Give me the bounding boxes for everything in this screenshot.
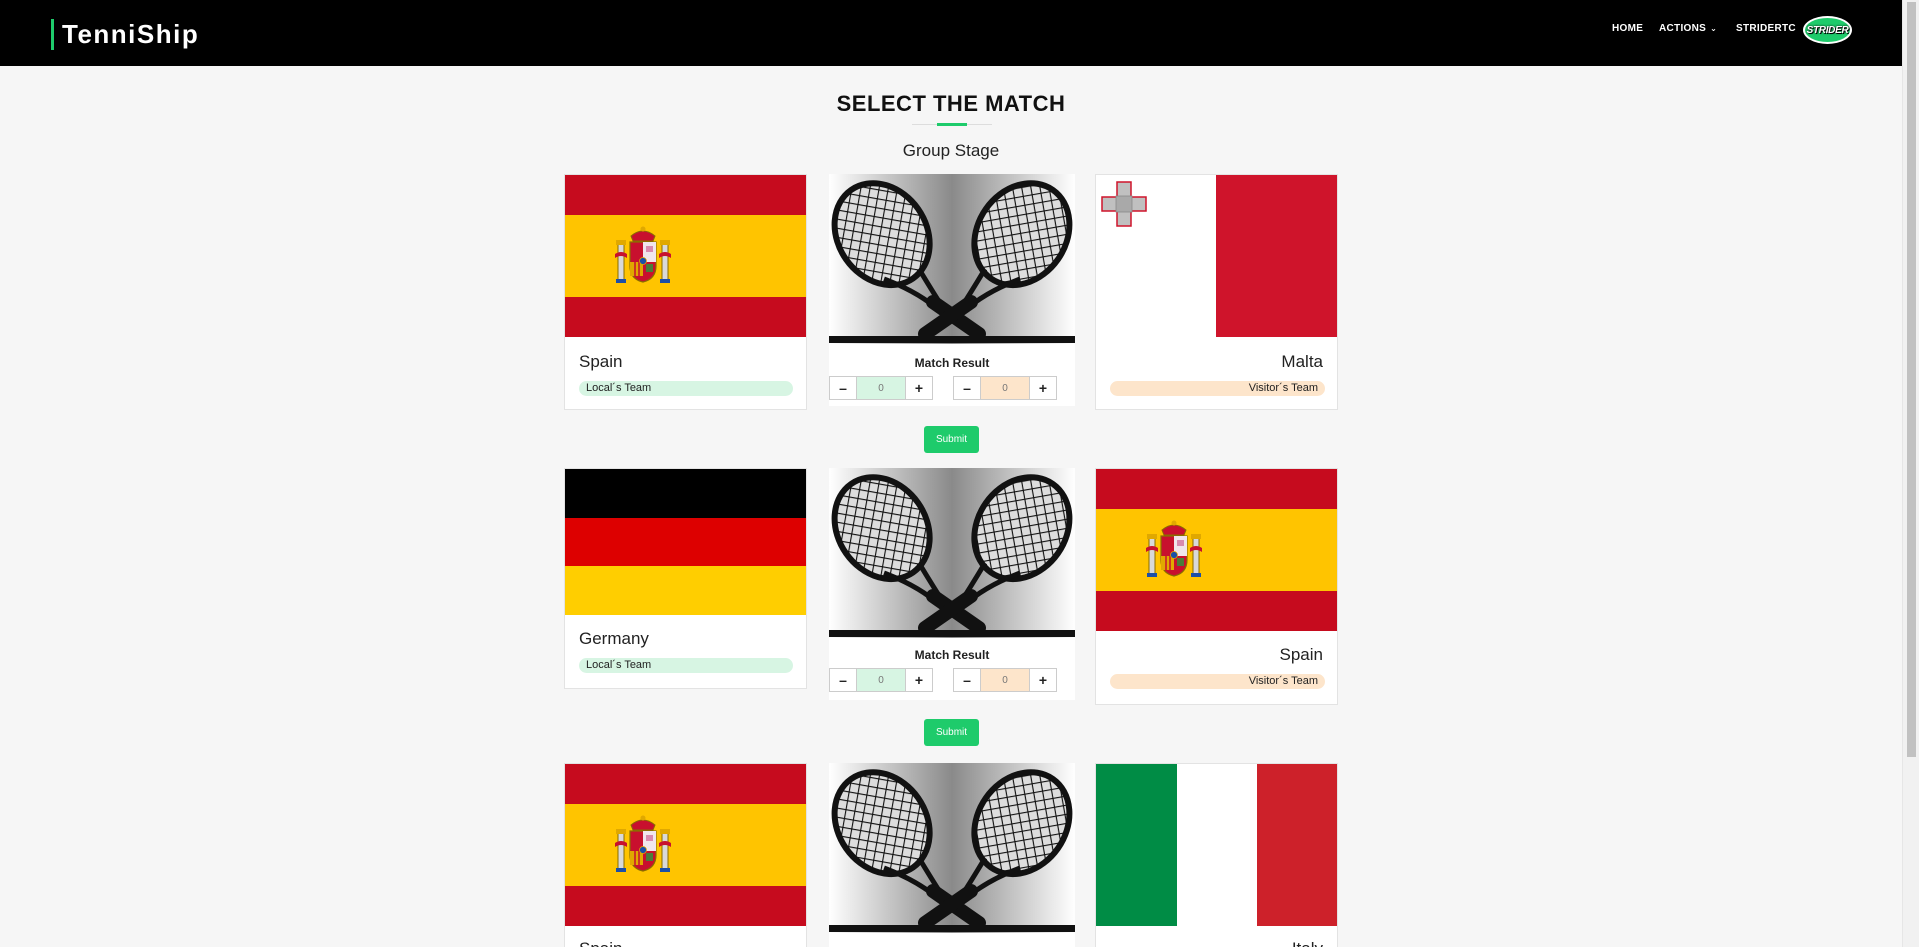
match-result-card: Match Result – + – + xyxy=(829,174,1075,406)
local-score-stepper: – + xyxy=(829,376,933,400)
strider-logo-text: STRIDER xyxy=(1806,24,1849,36)
germany-flag-image xyxy=(565,469,806,615)
spain-flag-image xyxy=(565,175,806,337)
visitor-team-card[interactable]: Malta Visitor´s Team xyxy=(1095,174,1338,410)
visitor-team-name: Italy xyxy=(1292,939,1323,947)
scrollbar-thumb[interactable] xyxy=(1907,2,1916,757)
local-team-name: Germany xyxy=(579,629,649,648)
visitor-score-increment-button[interactable]: + xyxy=(1029,377,1056,399)
local-score-decrement-button[interactable]: – xyxy=(830,669,857,691)
submit-button[interactable]: Submit xyxy=(924,719,979,746)
nav-user-link[interactable]: STRIDERTC xyxy=(1736,23,1796,34)
top-navbar: TenniShip HOME ACTIONS ⌄ STRIDERTC STRIDE… xyxy=(0,0,1902,66)
visitor-team-name: Spain xyxy=(1279,645,1323,664)
visitor-team-name: Malta xyxy=(1281,352,1323,371)
visitor-team-badge: Visitor´s Team xyxy=(1110,674,1325,689)
title-divider-accent xyxy=(937,123,967,126)
local-team-name: Spain xyxy=(579,939,622,947)
local-score-increment-button[interactable]: + xyxy=(905,669,932,691)
chevron-down-icon: ⌄ xyxy=(1710,24,1718,33)
match-result-card: Match Result – + – + xyxy=(829,468,1075,700)
local-score-stepper: – + xyxy=(829,668,933,692)
page-title: SELECT THE MATCH xyxy=(836,91,1066,116)
local-score-input[interactable] xyxy=(857,377,905,399)
local-team-badge: Local´s Team xyxy=(579,381,793,396)
local-team-badge: Local´s Team xyxy=(579,658,793,673)
match-result-label: Match Result xyxy=(914,648,990,662)
visitor-score-decrement-button[interactable]: – xyxy=(954,377,981,399)
match-result-card xyxy=(829,763,1075,947)
brand-logo[interactable]: TenniShip xyxy=(51,19,199,50)
local-team-card[interactable]: Spain Local´s Team xyxy=(564,174,807,410)
brand-name: TenniShip xyxy=(62,19,200,49)
visitor-score-input[interactable] xyxy=(981,377,1029,399)
local-score-increment-button[interactable]: + xyxy=(905,377,932,399)
visitor-score-decrement-button[interactable]: – xyxy=(954,669,981,691)
visitor-score-input[interactable] xyxy=(981,669,1029,691)
visitor-team-card[interactable]: Spain Visitor´s Team xyxy=(1095,468,1338,705)
crossed-rackets-image xyxy=(829,763,1075,933)
nav-actions-dropdown[interactable]: ACTIONS ⌄ xyxy=(1659,23,1717,34)
visitor-team-card[interactable]: Italy xyxy=(1095,763,1338,947)
italy-flag-image xyxy=(1096,764,1337,926)
visitor-score-stepper: – + xyxy=(953,376,1057,400)
local-score-decrement-button[interactable]: – xyxy=(830,377,857,399)
local-team-card[interactable]: Germany Local´s Team xyxy=(564,468,807,689)
match-result-label: Match Result xyxy=(914,356,990,370)
crossed-rackets-image xyxy=(829,174,1075,344)
visitor-score-increment-button[interactable]: + xyxy=(1029,669,1056,691)
nav-actions-label: ACTIONS xyxy=(1659,23,1707,34)
local-team-name: Spain xyxy=(579,352,623,371)
crossed-rackets-image xyxy=(829,468,1075,638)
page-scrollbar[interactable] xyxy=(1902,0,1919,947)
visitor-team-badge: Visitor´s Team xyxy=(1110,381,1325,396)
submit-button[interactable]: Submit xyxy=(924,426,979,453)
malta-flag-image xyxy=(1096,175,1337,337)
strider-logo[interactable]: STRIDER xyxy=(1803,16,1852,44)
local-team-card[interactable]: Spain xyxy=(564,763,807,947)
spain-flag-image xyxy=(1096,469,1337,631)
stage-title: Group Stage xyxy=(902,141,1000,160)
local-score-input[interactable] xyxy=(857,669,905,691)
nav-home-link[interactable]: HOME xyxy=(1612,23,1643,34)
spain-flag-image xyxy=(565,764,806,926)
visitor-score-stepper: – + xyxy=(953,668,1057,692)
